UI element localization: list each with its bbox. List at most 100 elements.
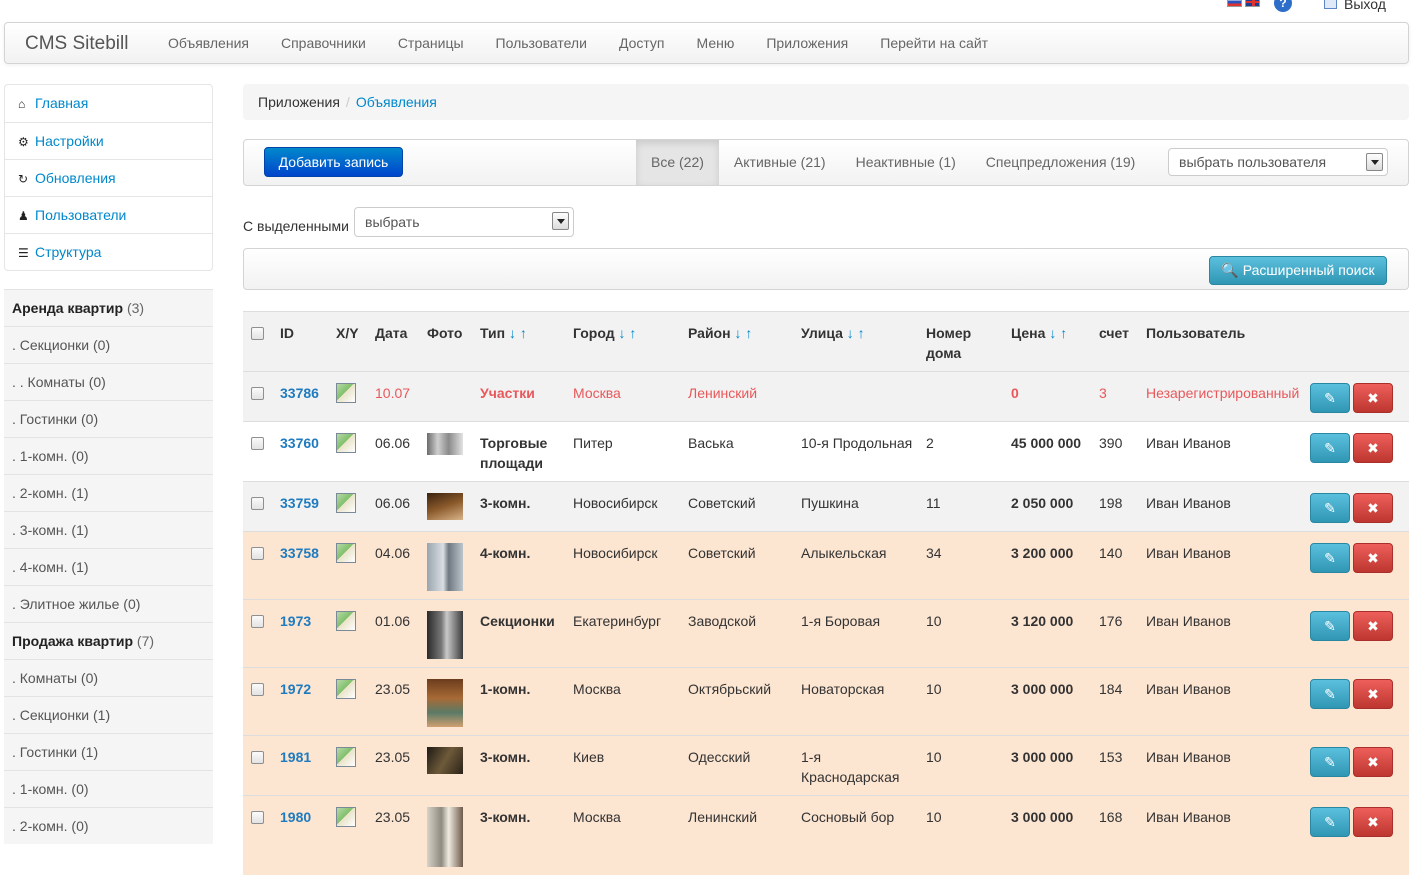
listing-photo[interactable] (427, 611, 463, 659)
nav-item-ads[interactable]: Объявления (152, 23, 265, 63)
col-date[interactable]: Дата (370, 312, 422, 372)
select-all-checkbox[interactable] (251, 327, 264, 340)
nav-item-users[interactable]: Пользователи (480, 23, 603, 63)
sidebar-item-structure[interactable]: ☰Структура (5, 233, 212, 270)
sort-arrows-icon[interactable]: ↓ ↑ (619, 325, 637, 341)
delete-button[interactable]: ✖ (1353, 493, 1393, 523)
row-checkbox[interactable] (251, 437, 264, 450)
row-checkbox[interactable] (251, 683, 264, 696)
map-icon[interactable] (336, 433, 356, 453)
table-row[interactable]: 3375906.063-комн.НовосибирскСоветскийПуш… (243, 482, 1409, 532)
table-row[interactable]: 3378610.07УчасткиМоскваЛенинский03Незаре… (243, 372, 1409, 422)
edit-button[interactable]: ✎ (1310, 493, 1350, 523)
table-row[interactable]: 3376006.06Торговые площадиПитерВаська10-… (243, 422, 1409, 482)
map-icon[interactable] (336, 611, 356, 631)
nav-item-site[interactable]: Перейти на сайт (864, 23, 1004, 63)
edit-button[interactable]: ✎ (1310, 747, 1350, 777)
col-type[interactable]: Тип ↓ ↑ (475, 312, 568, 372)
table-row[interactable]: 3375804.064-комн.НовосибирскСоветскийАлы… (243, 532, 1409, 600)
add-record-button[interactable]: Добавить запись (264, 147, 403, 177)
russian-flag-icon[interactable] (1227, 0, 1242, 7)
col-street[interactable]: Улица ↓ ↑ (796, 312, 921, 372)
sidebar-item-home[interactable]: ⌂Главная (5, 85, 212, 122)
delete-button[interactable]: ✖ (1353, 543, 1393, 573)
sort-arrows-icon[interactable]: ↓ ↑ (847, 325, 865, 341)
tab-special[interactable]: Спецпредложения (19) (971, 140, 1151, 185)
category-group-sale[interactable]: Продажа квартир (7) (4, 622, 213, 659)
table-row[interactable]: 198023.053-комн.МоскваЛенинскийСосновый … (243, 796, 1409, 875)
advanced-search-button[interactable]: 🔍 Расширенный поиск (1209, 256, 1387, 285)
nav-item-pages[interactable]: Страницы (382, 23, 480, 63)
col-city[interactable]: Город ↓ ↑ (568, 312, 683, 372)
map-icon[interactable] (336, 807, 356, 827)
category-item[interactable]: . Комнаты (0) (4, 659, 213, 696)
category-item[interactable]: . Секционки (0) (4, 326, 213, 363)
row-checkbox[interactable] (251, 615, 264, 628)
record-id-link[interactable]: 33758 (280, 545, 319, 561)
bulk-action-select[interactable]: выбрать (354, 207, 574, 237)
category-item[interactable]: . 3-комн. (1) (4, 511, 213, 548)
edit-button[interactable]: ✎ (1310, 543, 1350, 573)
delete-button[interactable]: ✖ (1353, 807, 1393, 837)
nav-item-dictionaries[interactable]: Справочники (265, 23, 382, 63)
tab-all[interactable]: Все (22) (636, 140, 719, 185)
map-icon[interactable] (336, 747, 356, 767)
sidebar-item-users[interactable]: ♟Пользователи (5, 196, 212, 233)
user-select[interactable]: выбрать пользователя (1168, 148, 1388, 176)
category-item[interactable]: . Элитное жилье (0) (4, 585, 213, 622)
breadcrumb-parent[interactable]: Приложения (258, 94, 340, 110)
delete-button[interactable]: ✖ (1353, 747, 1393, 777)
record-id-link[interactable]: 1981 (280, 749, 311, 765)
category-item[interactable]: . 1-комн. (0) (4, 770, 213, 807)
record-id-link[interactable]: 1973 (280, 613, 311, 629)
map-icon[interactable] (336, 383, 356, 403)
row-checkbox[interactable] (251, 811, 264, 824)
col-price[interactable]: Цена ↓ ↑ (1006, 312, 1094, 372)
row-checkbox[interactable] (251, 547, 264, 560)
table-row[interactable]: 197301.06СекционкиЕкатеринбургЗаводской1… (243, 600, 1409, 668)
record-id-link[interactable]: 33786 (280, 385, 319, 401)
category-group-rent[interactable]: Аренда квартир (3) (4, 289, 213, 326)
breadcrumb-current[interactable]: Объявления (356, 94, 437, 110)
listing-photo[interactable] (427, 679, 463, 727)
brand[interactable]: CMS Sitebill (25, 33, 128, 55)
category-item[interactable]: . 1-комн. (0) (4, 437, 213, 474)
record-id-link[interactable]: 33760 (280, 435, 319, 451)
edit-button[interactable]: ✎ (1310, 383, 1350, 413)
tab-active[interactable]: Активные (21) (719, 140, 841, 185)
edit-button[interactable]: ✎ (1310, 433, 1350, 463)
nav-item-menu[interactable]: Меню (681, 23, 751, 63)
category-item[interactable]: . Гостинки (0) (4, 400, 213, 437)
edit-button[interactable]: ✎ (1310, 807, 1350, 837)
category-item[interactable]: . Секционки (1) (4, 696, 213, 733)
category-item[interactable]: . 4-комн. (1) (4, 548, 213, 585)
listing-photo[interactable] (427, 493, 463, 520)
table-row[interactable]: 198123.053-комн.КиевОдесский1-я Краснода… (243, 736, 1409, 796)
chevron-down-icon[interactable] (552, 212, 569, 230)
listing-photo[interactable] (427, 807, 463, 867)
col-district[interactable]: Район ↓ ↑ (683, 312, 796, 372)
row-checkbox[interactable] (251, 751, 264, 764)
listing-photo[interactable] (427, 747, 463, 774)
record-id-link[interactable]: 1972 (280, 681, 311, 697)
col-id[interactable]: ID (275, 312, 331, 372)
tab-inactive[interactable]: Неактивные (1) (841, 140, 971, 185)
row-checkbox[interactable] (251, 387, 264, 400)
exit-icon[interactable] (1324, 0, 1337, 9)
listing-photo[interactable] (427, 433, 463, 455)
sidebar-item-updates[interactable]: ↻Обновления (5, 159, 212, 196)
delete-button[interactable]: ✖ (1353, 611, 1393, 641)
edit-button[interactable]: ✎ (1310, 611, 1350, 641)
category-item[interactable]: . 2-комн. (0) (4, 807, 213, 844)
map-icon[interactable] (336, 679, 356, 699)
nav-item-access[interactable]: Доступ (603, 23, 681, 63)
chevron-down-icon[interactable] (1366, 153, 1383, 171)
row-checkbox[interactable] (251, 497, 264, 510)
record-id-link[interactable]: 1980 (280, 809, 311, 825)
sort-arrows-icon[interactable]: ↓ ↑ (509, 325, 527, 341)
record-id-link[interactable]: 33759 (280, 495, 319, 511)
delete-button[interactable]: ✖ (1353, 679, 1393, 709)
sort-arrows-icon[interactable]: ↓ ↑ (734, 325, 752, 341)
delete-button[interactable]: ✖ (1353, 433, 1393, 463)
nav-item-apps[interactable]: Приложения (750, 23, 864, 63)
